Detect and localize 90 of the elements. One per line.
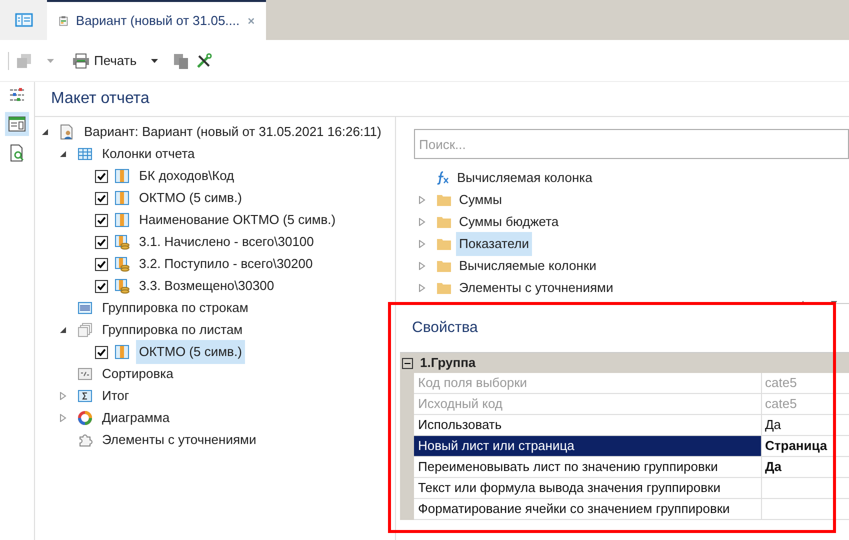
splitter-handle-icon[interactable] [801,301,837,305]
tree-item[interactable]: ОКТМО (5 симв.) [136,186,245,210]
column-coins-icon [114,256,130,272]
checkbox[interactable] [95,346,108,358]
tree-item[interactable]: Итог [99,384,132,408]
document-user-icon [59,124,75,140]
checkbox[interactable] [95,192,108,204]
expand-arrow-icon[interactable] [59,414,67,422]
tree-item[interactable]: 3.1. Начислено - всего\30100 [136,230,317,254]
table-icon [77,146,93,162]
checkbox[interactable] [95,258,108,270]
printer-icon [72,52,90,68]
expand-arrow-icon[interactable] [418,284,426,292]
property-name[interactable]: Форматирование ячейки со значением группировки [414,499,762,520]
column-icon [114,190,130,206]
property-name[interactable]: Новый лист или страница [414,436,762,457]
search-field[interactable]: Поиск... [414,129,849,159]
group-header: 1.Группа [420,354,476,372]
checkbox[interactable] [95,236,108,248]
folder-icon [436,215,452,229]
property-value[interactable]: Да [762,457,849,478]
collapse-icon[interactable] [402,358,413,368]
tools-icon[interactable] [196,52,212,68]
checkbox[interactable] [95,170,108,182]
home-tab[interactable] [0,0,47,40]
field-list-item[interactable]: Вычисляемые колонки [456,254,600,278]
puzzle-icon [77,432,93,448]
expand-arrow-icon[interactable] [418,196,426,204]
column-coins-icon [114,234,130,250]
field-list-item[interactable]: Показатели [456,232,532,256]
field-list-item[interactable]: Суммы бюджета [456,210,562,234]
tree-item[interactable]: Группировка по строкам [99,296,252,320]
expand-arrow-icon[interactable] [59,392,67,400]
property-name[interactable]: Переименовывать лист по значению группировки [414,457,762,478]
property-value[interactable]: Страница [762,436,849,457]
tab-title: Вариант (новый от 31.05.... [76,12,240,30]
document-tab[interactable]: Вариант (новый от 31.05.... [47,0,266,40]
property-value[interactable] [762,478,849,499]
property-value[interactable] [762,499,849,520]
collapse-arrow-icon[interactable] [59,326,67,334]
layout-tool-button[interactable] [5,112,29,136]
expand-arrow-icon[interactable] [418,218,426,226]
close-icon[interactable] [248,16,254,26]
property-name[interactable]: Текст или формула вывода значения группировки [414,478,762,499]
tree-item[interactable]: Диаграмма [99,406,173,430]
tree-item[interactable]: ОКТМО (5 симв.) [136,340,245,364]
collapse-arrow-icon[interactable] [59,150,67,158]
tree-item[interactable]: 3.3. Возмещено\30300 [136,274,278,298]
layout-icon [8,116,26,132]
panel-title: Макет отчета [51,89,150,109]
sort-icon [77,366,93,382]
property-name[interactable]: Использовать [414,415,762,436]
tree-item[interactable]: Наименование ОКТМО (5 симв.) [136,208,339,232]
folder-icon [436,259,452,273]
tree-item[interactable]: Сортировка [99,362,176,386]
property-value[interactable]: Да [762,415,849,436]
checkbox[interactable] [95,214,108,226]
documents-icon[interactable] [172,52,190,70]
tree-item[interactable]: Группировка по листам [99,318,246,342]
tree-item[interactable]: Колонки отчета [99,142,198,166]
field-list-item[interactable]: Суммы [456,188,505,212]
donut-chart-icon [77,410,93,426]
function-icon [436,171,450,185]
properties-title: Свойства [412,318,478,338]
settings-sliders-icon[interactable] [8,86,26,104]
clipboard-icon [59,13,68,29]
tree-item[interactable]: БК доходов\Код [136,164,238,188]
expand-arrow-icon[interactable] [418,262,426,270]
folder-icon [436,193,452,207]
field-list-item[interactable]: Элементы с уточнениями [456,276,616,300]
layout-icon [14,13,32,27]
column-icon [114,344,130,360]
column-icon [114,168,130,184]
expand-arrow-icon[interactable] [418,240,426,248]
column-icon [114,212,130,228]
preview-icon[interactable] [8,144,26,162]
dropdown-caret-icon[interactable] [150,58,158,62]
folder-icon [436,237,452,251]
rows-icon [77,300,93,316]
tree-item[interactable]: Элементы с уточнениями [99,428,260,452]
checkbox[interactable] [95,280,108,292]
sigma-icon [77,388,93,404]
field-list-item[interactable]: Вычисляемая колонка [454,166,596,190]
tree-item[interactable]: Вариант: Вариант (новый от 31.05.2021 16:26:11) [81,120,384,144]
pages-icon [77,322,93,338]
print-button[interactable]: Печать [72,50,137,70]
folder-icon [436,281,452,295]
column-coins-icon [114,278,130,294]
tree-item[interactable]: 3.2. Поступило - всего\30200 [136,252,316,276]
collapse-arrow-icon[interactable] [41,128,49,136]
